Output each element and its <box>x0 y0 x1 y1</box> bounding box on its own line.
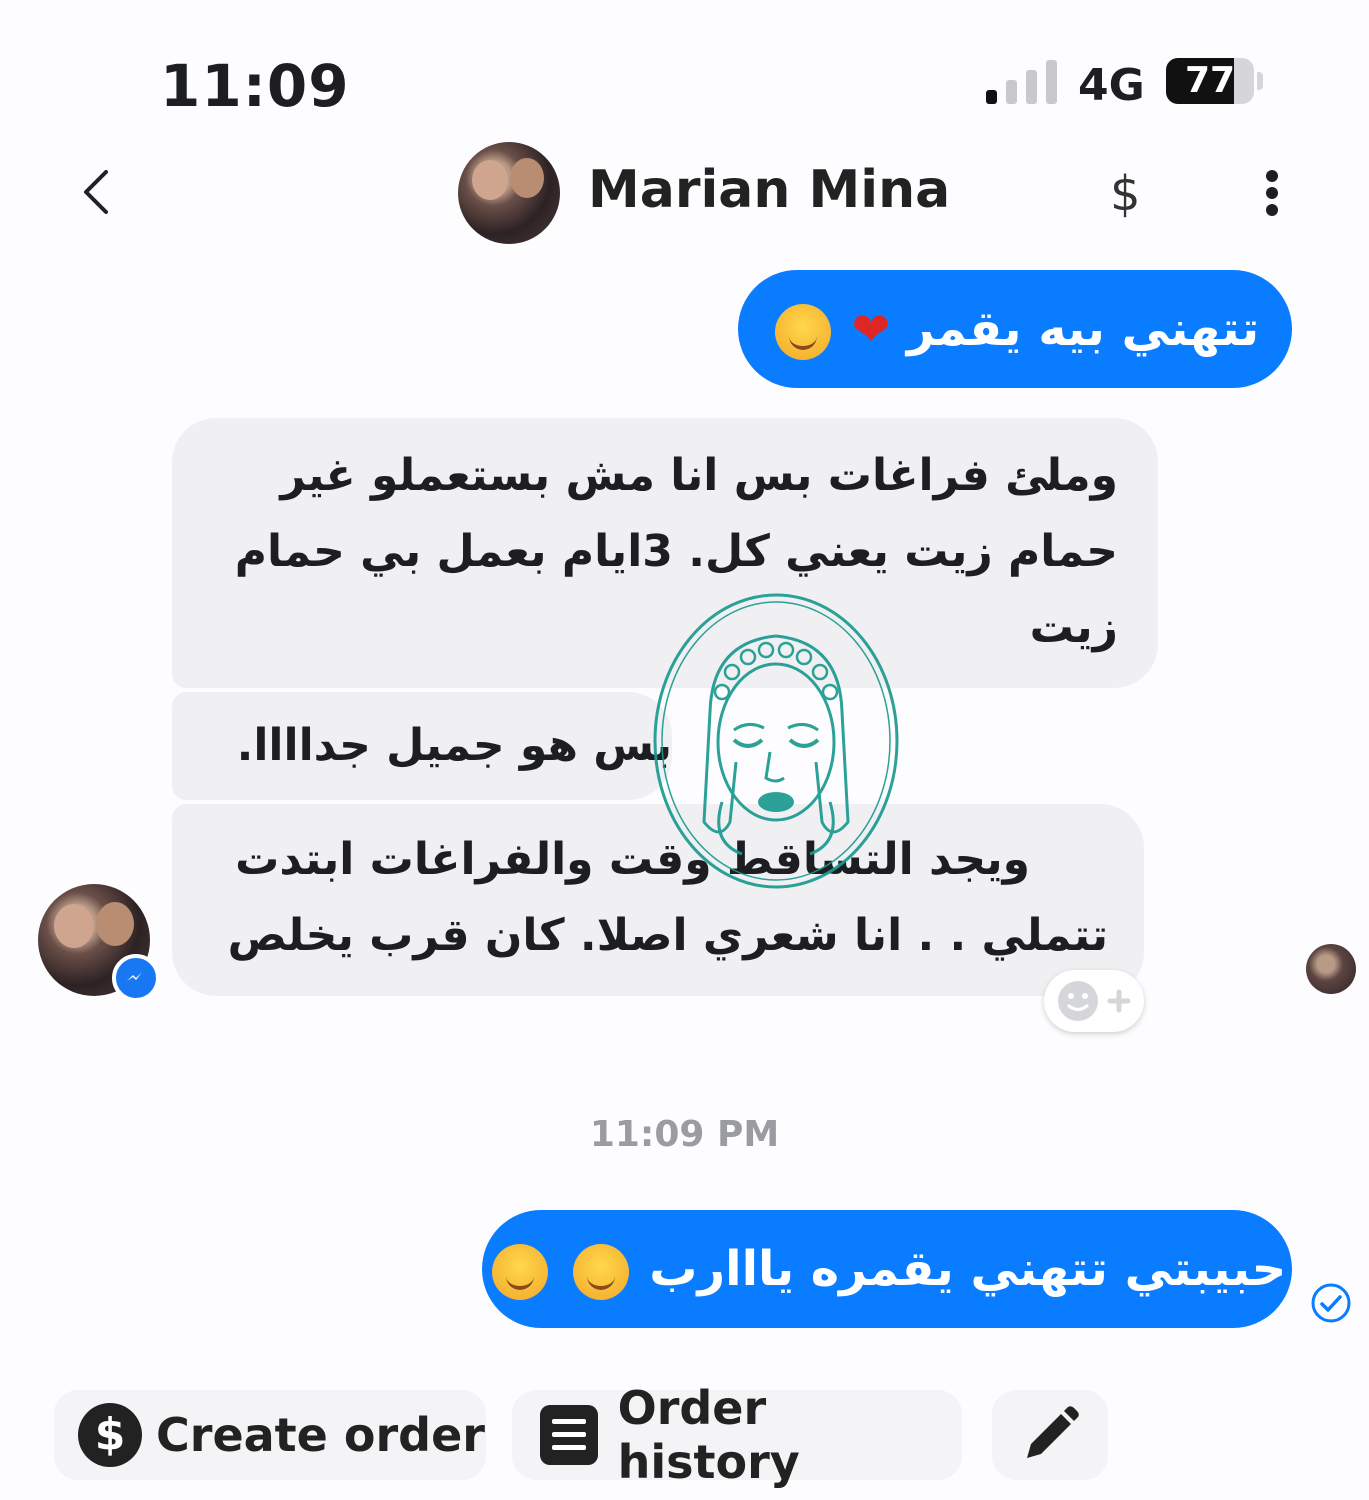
back-chevron-icon[interactable] <box>72 162 132 222</box>
smiling-face-with-hearts-emoji-icon <box>491 1244 548 1300</box>
edit-button[interactable] <box>992 1390 1108 1480</box>
message-text: حبيبتي تتهني يقمره يااارب <box>649 1241 1287 1297</box>
network-type: 4G <box>1078 60 1145 111</box>
message-line: تتملي . . انا شعري اصلا. كان قرب يخلص <box>227 910 1108 961</box>
battery-tip <box>1257 72 1263 90</box>
contact-name[interactable]: Marian Mina <box>588 160 950 220</box>
order-history-button[interactable]: Order history <box>512 1381 962 1489</box>
smiling-face-with-hearts-emoji-icon <box>572 1244 629 1300</box>
pencil-icon <box>1027 1406 1079 1458</box>
dollar-icon: $ <box>78 1403 142 1467</box>
message-bubble-incoming[interactable]: بس هو جميل جداااا. <box>172 692 672 800</box>
sent-check-icon <box>1310 1282 1352 1324</box>
add-reaction-icon[interactable] <box>1044 970 1144 1032</box>
more-vertical-icon[interactable] <box>1258 168 1288 218</box>
status-time: 11:09 <box>160 52 350 120</box>
message-text: تتهني بيه يقمر <box>906 301 1260 357</box>
smiling-face-with-hearts-emoji-icon <box>774 304 831 360</box>
signal-strength-icon <box>986 58 1058 104</box>
message-bubble-outgoing[interactable]: تتهني بيه يقمر ❤ <box>738 270 1292 388</box>
watermark-logo <box>652 592 900 890</box>
order-history-label: Order history <box>617 1381 800 1489</box>
document-list-icon <box>540 1405 598 1465</box>
message-line: ويجد التساقط وقت والفراغات ابتدت <box>235 834 1030 885</box>
messenger-icon <box>112 954 160 1002</box>
battery-icon: 77 <box>1166 58 1254 104</box>
create-order-button[interactable]: $ Create order <box>54 1390 486 1480</box>
dollar-icon[interactable]: $ <box>1110 166 1141 222</box>
contact-avatar[interactable] <box>458 142 560 244</box>
create-order-label: Create order <box>156 1408 485 1462</box>
message-bubble-outgoing[interactable]: حبيبتي تتهني يقمره يااارب <box>482 1210 1292 1328</box>
message-timestamp: 11:09 PM <box>589 1114 780 1155</box>
message-line: زيت <box>1029 602 1118 653</box>
message-line: بس هو جميل جداااا. <box>236 720 672 771</box>
message-line: حمام زيت يعني كل. 3ايام بعمل بي حمام <box>234 526 1118 577</box>
message-line: وملئ فراغات بس انا مش بستعملو غير <box>280 450 1118 501</box>
red-heart-emoji-icon: ❤ <box>851 302 891 356</box>
battery-percent: 77 <box>1184 60 1236 101</box>
read-receipt-avatar <box>1306 944 1356 994</box>
